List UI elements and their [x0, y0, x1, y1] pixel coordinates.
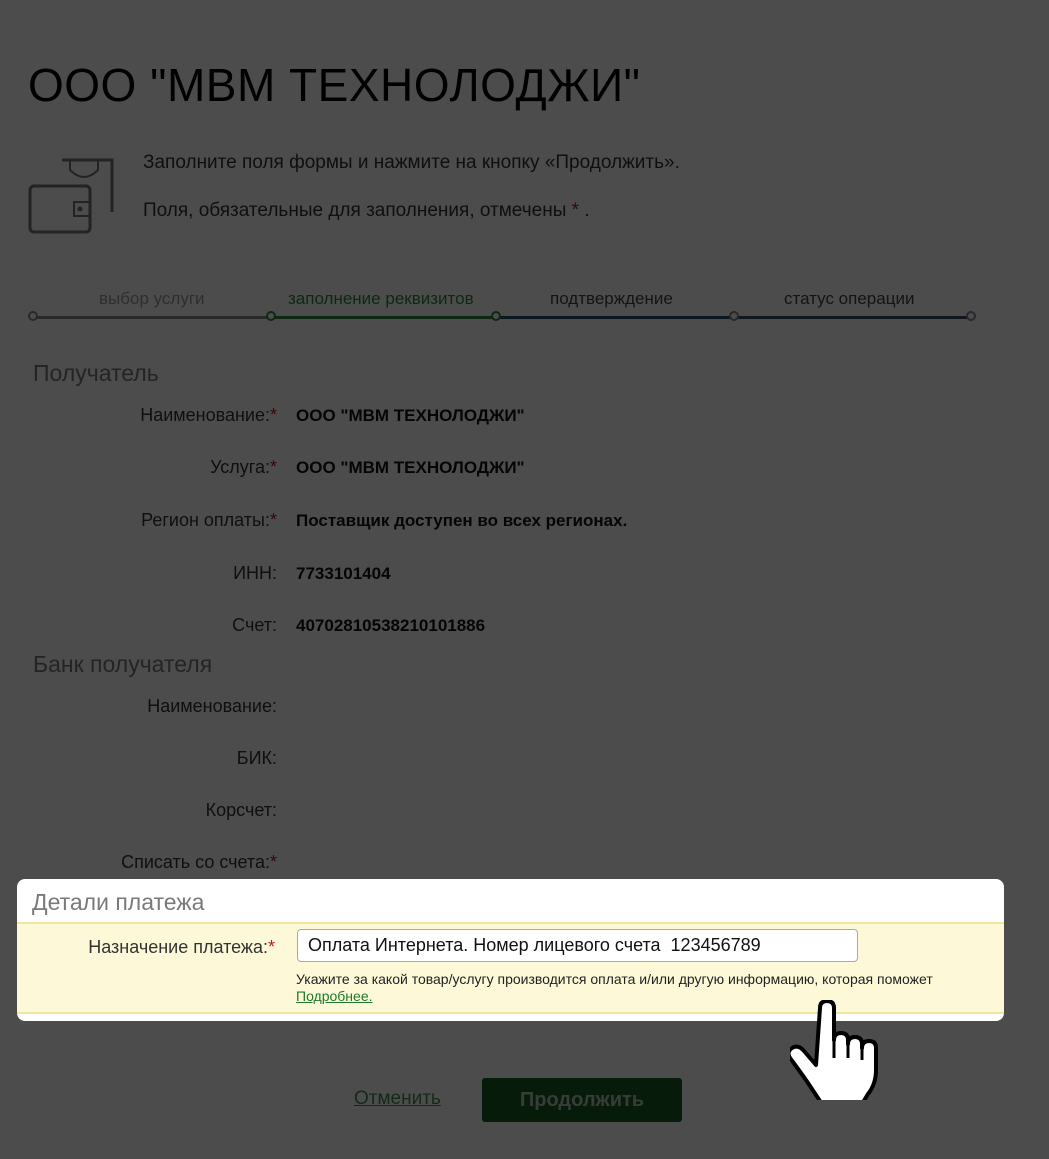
continue-button[interactable]: Продолжить [482, 1078, 682, 1122]
required-asterisk: * [571, 200, 580, 221]
inn-label: ИНН: [233, 563, 277, 583]
service-label: Услуга:* [210, 457, 277, 477]
account-value: 40702810538210101886 [296, 616, 486, 635]
step-dot [28, 311, 38, 321]
step-dot [266, 311, 276, 321]
page-title: ООО "МВМ ТЕХНОЛОДЖИ" [28, 59, 641, 111]
service-value: ООО "МВМ ТЕХНОЛОДЖИ" [296, 458, 525, 477]
recipient-name-value: ООО "МВМ ТЕХНОЛОДЖИ" [296, 406, 525, 425]
bik-label: БИК: [236, 748, 277, 768]
hand-pointer-icon [790, 1000, 878, 1100]
recipient-heading: Получатель [33, 360, 159, 386]
bank-name-label: Наименование: [147, 696, 277, 716]
cancel-link[interactable]: Отменить [354, 1088, 441, 1110]
intro-instruction: Заполните поля формы и нажмите на кнопку… [143, 152, 680, 173]
payment-form-page: ООО "МВМ ТЕХНОЛОДЖИ" Заполните поля форм… [0, 0, 1049, 1159]
inn-value: 7733101404 [296, 564, 391, 583]
correspondent-account-label: Корсчет: [205, 800, 277, 820]
step-line-4 [734, 316, 971, 319]
payment-purpose-input[interactable] [297, 929, 858, 962]
step-confirmation: подтверждение [550, 289, 673, 308]
more-info-link[interactable]: Подробнее. [296, 988, 373, 1004]
step-dot [729, 311, 739, 321]
step-line-2 [271, 316, 496, 319]
step-dot [491, 311, 501, 321]
account-label: Счет: [232, 615, 277, 635]
bank-heading: Банк получателя [33, 651, 213, 677]
payment-purpose-label: Назначение платежа:* [88, 937, 275, 957]
step-service-choice: выбор услуги [99, 289, 205, 308]
step-operation-status: статус операции [784, 289, 915, 308]
recipient-name-label: Наименование:* [140, 405, 277, 425]
step-line-3 [496, 316, 734, 319]
step-fill-details: заполнение реквизитов [288, 289, 474, 308]
step-line-1 [33, 316, 271, 319]
step-dot [966, 311, 976, 321]
progress-steps: выбор услуги заполнение реквизитов подтв… [0, 285, 1049, 335]
debit-account-label: Списать со счета:* [121, 852, 277, 872]
wallet-icon [28, 158, 114, 234]
payment-details-heading: Детали платежа [32, 889, 205, 915]
payment-region-label: Регион оплаты:* [141, 510, 277, 530]
intro-required-note: Поля, обязательные для заполнения, отмеч… [143, 200, 590, 221]
payment-region-value: Поставщик доступен во всех регионах. [296, 511, 628, 530]
